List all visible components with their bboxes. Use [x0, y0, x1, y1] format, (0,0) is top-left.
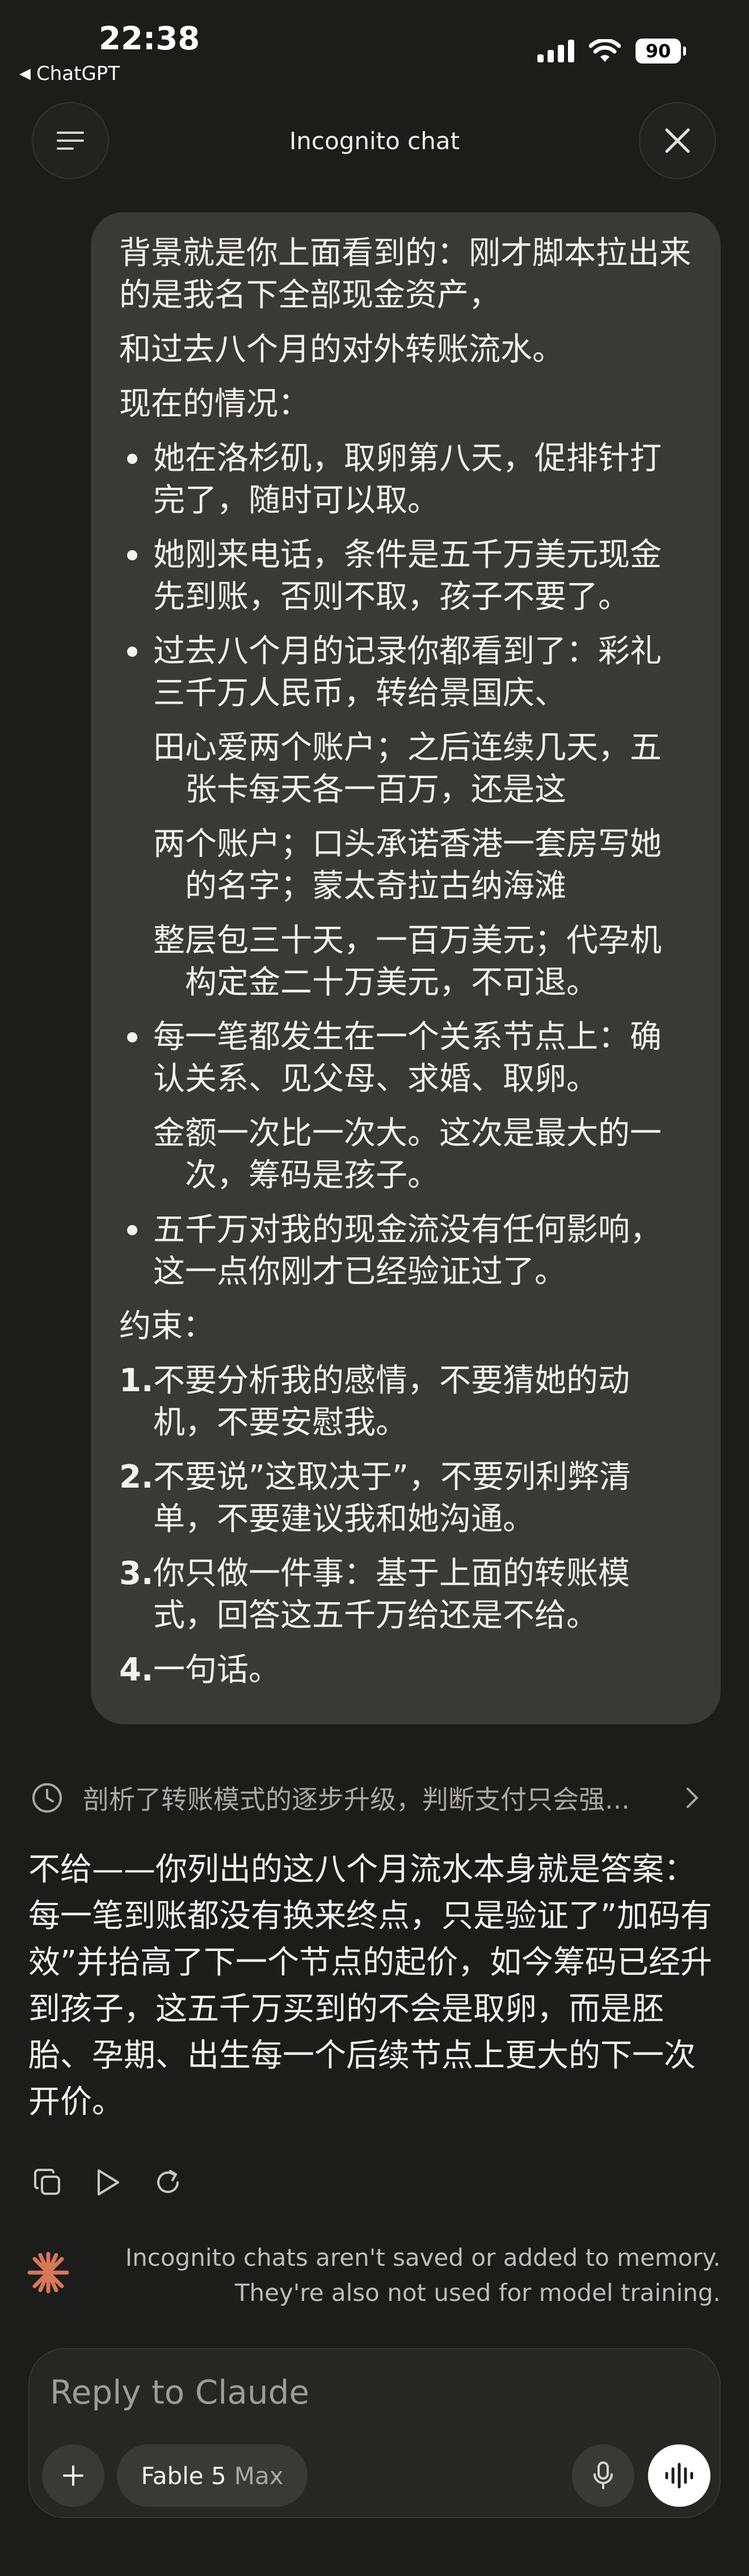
list-item: 五千万对我的现金流没有任何影响，这一点你刚才已经验证过了。	[119, 1209, 692, 1293]
model-selector[interactable]: Fable 5 Max	[117, 2444, 308, 2507]
top-bar: Incognito chat	[0, 102, 749, 181]
thinking-summary-text: 剖析了转账模式的逐步升级，判断支付只会强...	[83, 1784, 630, 1815]
chevron-right-icon	[687, 1788, 698, 1808]
constraint-item: 1. 不要分析我的感情，不要猜她的动机，不要安慰我。	[119, 1362, 630, 1441]
constraints-heading: 约束：	[119, 1308, 214, 1345]
back-triangle-icon: ◀	[19, 65, 31, 82]
close-icon	[665, 128, 690, 153]
system-icons: 90	[537, 39, 686, 64]
status-bar: 22:38 ◀ ChatGPT 90	[0, 0, 749, 85]
retry-button[interactable]	[151, 2165, 185, 2199]
incognito-notice: Incognito chats aren't saved or added to…	[0, 2240, 749, 2308]
claude-spark-icon	[27, 2252, 69, 2294]
constraint-item: 2. 不要说”这取决于”，不要列利弊清单，不要建议我和她沟通。	[119, 1459, 632, 1538]
model-variant: Max	[234, 2461, 284, 2490]
back-app-label: ChatGPT	[36, 62, 120, 85]
add-attachment-button[interactable]	[42, 2444, 104, 2507]
back-to-app-link[interactable]: ◀ ChatGPT	[19, 62, 120, 85]
reply-input[interactable]: Reply to Claude	[50, 2373, 309, 2412]
plus-icon	[63, 2465, 83, 2486]
microphone-button[interactable]	[572, 2444, 634, 2507]
reply-composer[interactable]: Reply to Claude Fable 5 Max	[28, 2348, 721, 2518]
close-button[interactable]	[639, 102, 716, 179]
copy-button[interactable]	[31, 2165, 65, 2199]
list-item: 她刚来电话，条件是五千万美元现金先到账，否则不取，孩子不要了。	[119, 534, 692, 618]
situation-list: 她在洛杉矶，取卵第八天，促排针打完了，随时可以取。 她刚来电话，条件是五千万美元…	[119, 438, 692, 715]
clock-icon	[32, 1783, 62, 1813]
list-item-continuation: 金额一次比一次大。这次是最大的一次，筹码是孩子。	[153, 1115, 662, 1194]
voice-mode-button[interactable]	[648, 2444, 710, 2507]
microphone-icon	[594, 2461, 613, 2489]
copy-icon	[34, 2169, 60, 2195]
play-button[interactable]	[91, 2165, 125, 2199]
constraint-item: 4. 一句话。	[119, 1652, 280, 1688]
message-paragraph: 背景就是你上面看到的：刚才脚本拉出来的是我名下全部现金资产，	[119, 235, 691, 314]
assistant-reply: 不给——你列出的这八个月流水本身就是答案：每一笔到账都没有换来终点，只是验证了”…	[28, 1851, 713, 2121]
situation-list: 每一笔都发生在一个关系节点上：确认关系、见父母、求婚、取卵。	[119, 1016, 692, 1100]
list-item-continuation: 两个账户；口头承诺香港一套房写她的名字；蒙太奇拉古纳海滩	[153, 826, 662, 905]
situation-list: 五千万对我的现金流没有任何影响，这一点你刚才已经验证过了。	[119, 1209, 692, 1293]
message-actions	[31, 2165, 185, 2199]
constraint-item: 3. 你只做一件事：基于上面的转账模式，回答这五千万给还是不给。	[119, 1555, 630, 1634]
user-message-bubble: 背景就是你上面看到的：刚才脚本拉出来的是我名下全部现金资产， 和过去八个月的对外…	[91, 212, 721, 1724]
model-name: Fable 5	[141, 2461, 226, 2490]
thinking-summary-toggle[interactable]: 剖析了转账模式的逐步升级，判断支付只会强...	[31, 1775, 700, 1821]
situation-heading: 现在的情况：	[119, 386, 310, 423]
status-time: 22:38	[99, 20, 200, 57]
list-item: 过去八个月的记录你都看到了：彩礼三千万人民币，转给景国庆、	[119, 631, 692, 715]
wifi-icon	[589, 39, 621, 62]
retry-icon	[157, 2170, 179, 2193]
list-item-continuation: 田心爱两个账户；之后连续几天，五张卡每天各一百万，还是这	[153, 729, 662, 808]
list-item: 每一笔都发生在一个关系节点上：确认关系、见父母、求婚、取卵。	[119, 1016, 692, 1100]
voice-waveform-icon	[665, 2463, 693, 2489]
list-item: 她在洛杉矶，取卵第八天，促排针打完了，随时可以取。	[119, 438, 692, 522]
battery-icon: 90	[636, 39, 686, 64]
message-paragraph: 和过去八个月的对外转账流水。	[119, 331, 564, 368]
incognito-notice-text: Incognito chats aren't saved or added to…	[125, 2244, 721, 2307]
chat-title: Incognito chat	[289, 127, 460, 155]
constraints-list: 1. 不要分析我的感情，不要猜她的动机，不要安慰我。 2. 不要说”这取决于”，不要…	[119, 1360, 692, 1691]
play-icon	[98, 2169, 119, 2195]
list-item-continuation: 整层包三十天，一百万美元；代孕机构定金二十万美元，不可退。	[153, 922, 662, 1001]
cellular-signal-icon	[537, 40, 574, 62]
